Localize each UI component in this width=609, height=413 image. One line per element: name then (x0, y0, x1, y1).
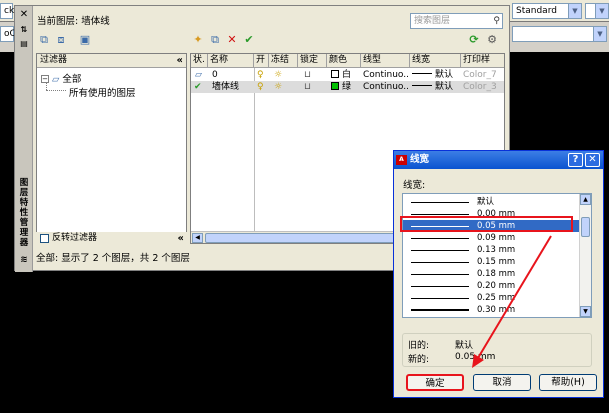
annotation-arrow (472, 235, 552, 368)
